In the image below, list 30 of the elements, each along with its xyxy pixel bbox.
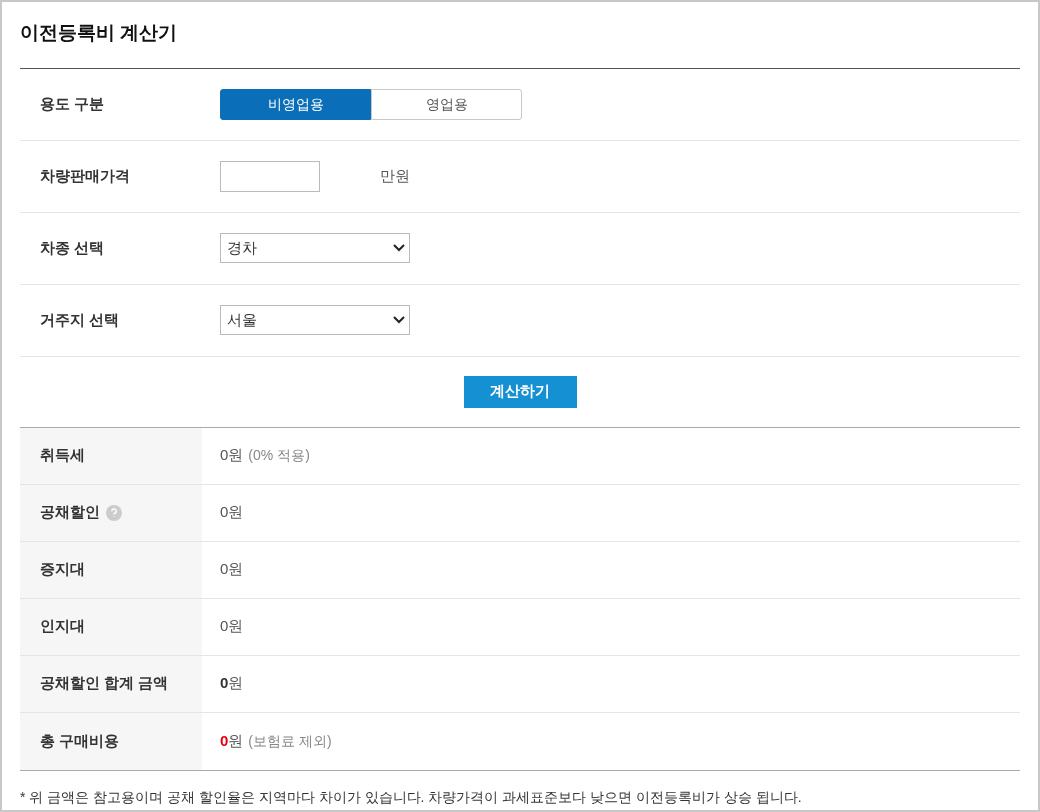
select-field[interactable]: 서울 xyxy=(220,305,410,335)
page-title: 이전등록비 계산기 xyxy=(20,21,179,45)
select-field[interactable]: 경차 xyxy=(220,233,410,263)
amount-value: 0원 xyxy=(220,502,244,523)
amount-note: (보험료 제외) xyxy=(248,731,332,751)
result-label: 공채할인 xyxy=(40,502,100,523)
field-label: 차종 선택 xyxy=(39,237,106,258)
segment-tab[interactable]: 영업용 xyxy=(371,88,522,120)
field-label: 거주지 선택 xyxy=(39,309,121,330)
amount-note: (0% 적용) xyxy=(248,446,310,465)
help-icon[interactable] xyxy=(106,504,122,521)
footnote-text: * 위 금액은 참고용이며 공채 할인율은 지역마다 차이가 있습니다. 차량가격이 과세표준보다 낮으면 이전등록비가 상승 됩니다. xyxy=(20,787,803,807)
chevron-down-icon xyxy=(393,244,405,252)
price-input-field[interactable] xyxy=(220,160,320,192)
result-label: 취득세 xyxy=(40,445,85,466)
result-label: 총 구매비용 xyxy=(40,730,120,751)
amount-value: 0원 xyxy=(220,673,244,694)
amount-value: 0원 xyxy=(220,730,244,751)
field-label: 차량판매가격 xyxy=(39,165,131,186)
field-label: 용도 구분 xyxy=(39,93,106,114)
amount-value: 0원 xyxy=(220,445,244,466)
chevron-down-icon xyxy=(393,316,405,324)
calculate-button[interactable]: 계산하기 xyxy=(463,375,577,408)
unit-label: 만원 xyxy=(380,165,410,186)
result-label: 증지대 xyxy=(40,559,85,580)
result-label: 공채할인 합계 금액 xyxy=(40,673,169,694)
amount-value: 0원 xyxy=(220,616,244,637)
segment-tab[interactable]: 비영업용 xyxy=(220,88,371,120)
result-label: 인지대 xyxy=(40,616,85,637)
amount-value: 0원 xyxy=(220,559,244,580)
